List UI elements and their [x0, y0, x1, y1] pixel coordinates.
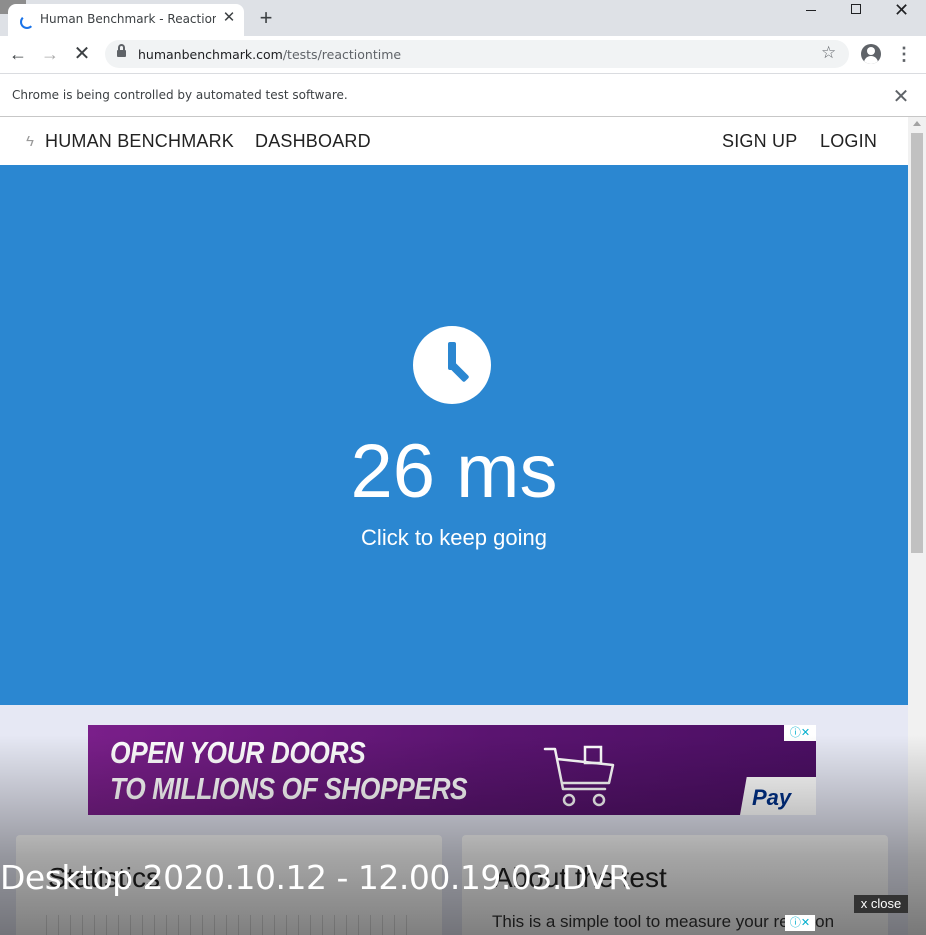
url-text: humanbenchmark.com/tests/reactiontime: [138, 47, 401, 62]
ad-headline-line2: TO MILLIONS OF SHOPPERS: [110, 771, 468, 806]
reaction-test-area[interactable]: 26 ms Click to keep going: [0, 165, 908, 705]
tab-title: Human Benchmark - Reaction Time Test: [40, 12, 216, 26]
loading-spinner-icon: [20, 15, 34, 29]
screen: Human Benchmark - Reaction Time Test ✕ +…: [0, 0, 926, 935]
stop-loading-button[interactable]: ✕: [69, 41, 95, 67]
back-button[interactable]: ←: [5, 41, 31, 67]
ad-headline-line1: OPEN YOUR DOORS: [110, 735, 366, 770]
statistics-chart-grid: [46, 915, 416, 935]
ad-brand-text: Pay: [752, 785, 792, 810]
bolt-icon: ϟ: [26, 133, 34, 150]
shopping-cart-icon: [543, 745, 615, 807]
close-icon: ✕: [894, 0, 910, 20]
maximize-icon: [851, 4, 861, 14]
address-bar[interactable]: humanbenchmark.com/tests/reactiontime ☆: [105, 40, 849, 68]
adchoices-icon[interactable]: ⓘ✕: [784, 725, 816, 741]
tab-close-icon[interactable]: ✕: [220, 9, 238, 27]
browser-tab[interactable]: Human Benchmark - Reaction Time Test ✕: [8, 4, 244, 36]
browser-menu-icon[interactable]: ⋮: [894, 42, 914, 66]
page-scrollbar[interactable]: [908, 117, 926, 935]
web-page: ϟ HUMAN BENCHMARK DASHBOARD SIGN UP LOGI…: [0, 117, 908, 935]
infobar-message: Chrome is being controlled by automated …: [12, 88, 348, 102]
clock-icon: [413, 326, 491, 404]
lock-icon: [117, 44, 126, 58]
tab-strip: Human Benchmark - Reaction Time Test ✕ +…: [0, 0, 926, 36]
about-body-text: This is a simple tool to measure your re…: [492, 912, 835, 931]
advertisement-banner[interactable]: OPEN YOUR DOORS TO MILLIONS OF SHOPPERS …: [88, 725, 816, 815]
ad-close-button[interactable]: x close: [854, 895, 908, 913]
profile-avatar-icon[interactable]: [861, 44, 881, 64]
scroll-up-icon[interactable]: [913, 121, 921, 126]
login-link[interactable]: LOGIN: [820, 131, 877, 152]
brand-link[interactable]: HUMAN BENCHMARK: [45, 131, 234, 152]
site-navbar: ϟ HUMAN BENCHMARK DASHBOARD SIGN UP LOGI…: [0, 117, 908, 165]
url-path: /tests/reactiontime: [282, 47, 402, 62]
window-close-button[interactable]: ✕: [880, 0, 926, 28]
new-tab-button[interactable]: +: [254, 6, 278, 30]
infobar-close-button[interactable]: ✕: [890, 84, 912, 109]
maximize-button[interactable]: [834, 0, 880, 28]
browser-toolbar: ← → ✕ humanbenchmark.com/tests/reactiont…: [0, 36, 926, 73]
automation-infobar: Chrome is being controlled by automated …: [0, 73, 926, 117]
reaction-time-result: 26 ms: [350, 429, 558, 514]
scrollbar-thumb[interactable]: [911, 133, 923, 553]
adchoices-icon-bottom[interactable]: ⓘ✕: [785, 915, 815, 931]
url-host: humanbenchmark.com: [138, 47, 283, 62]
dashboard-link[interactable]: DASHBOARD: [255, 131, 371, 152]
forward-button[interactable]: →: [37, 41, 63, 67]
minimize-button[interactable]: [788, 0, 834, 28]
recording-title: Desktop 2020.10.12 - 12.00.19.03.DVR: [0, 858, 631, 897]
minimize-icon: [806, 10, 816, 11]
bookmark-star-icon[interactable]: ☆: [821, 43, 836, 63]
keep-going-hint: Click to keep going: [361, 525, 547, 550]
signup-link[interactable]: SIGN UP: [722, 131, 797, 152]
